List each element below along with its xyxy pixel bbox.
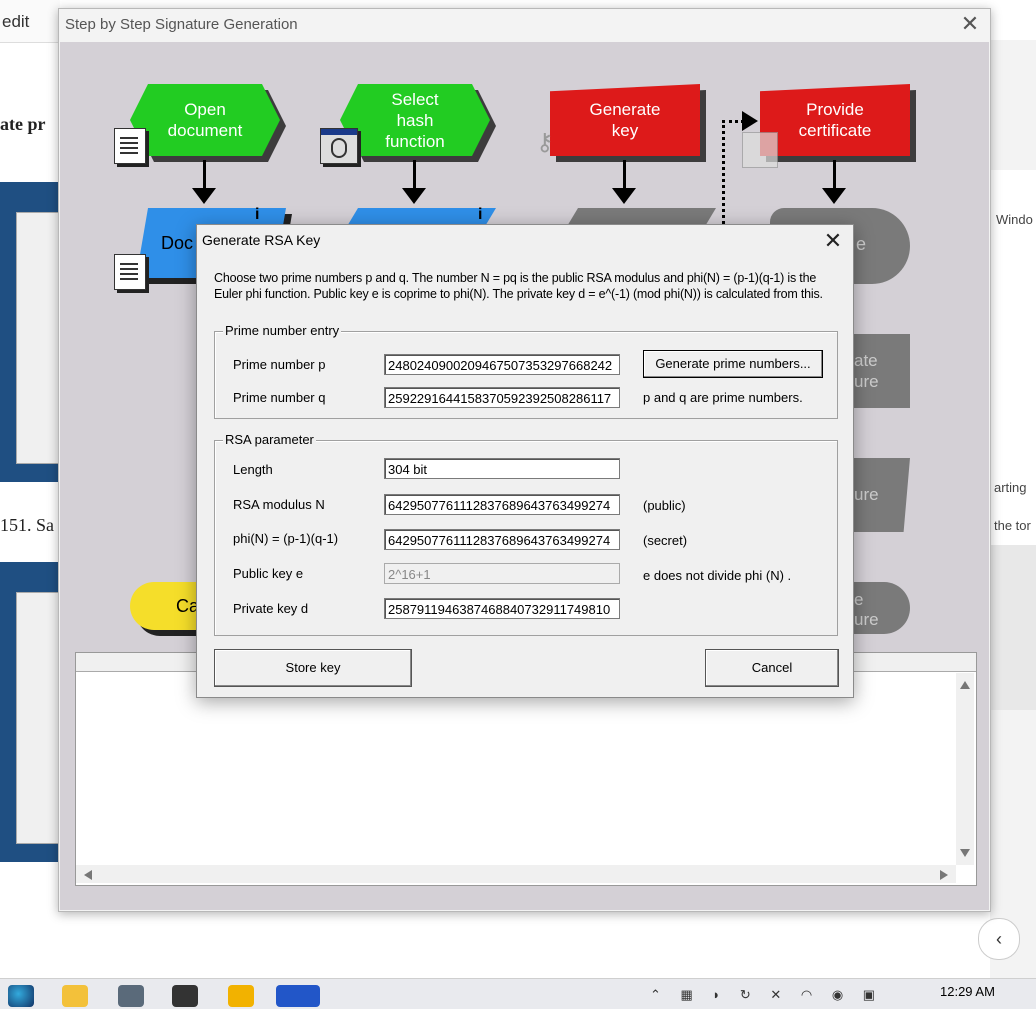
generate-key-step[interactable]: Generate key [550,84,700,156]
select-hash-label: Select hash function [385,89,445,151]
background-right-window-label: Windo [996,212,1033,227]
background-edit-label[interactable]: edit [2,12,29,32]
vertical-scrollbar[interactable] [956,673,974,865]
select-hash-step[interactable]: Select hash function [340,84,490,156]
background-screenshot-2 [0,562,58,862]
app-icon[interactable] [228,985,254,1007]
dialog-close-button[interactable]: ✕ [819,227,847,255]
background-right-text: arting [994,480,1027,495]
arrow-shaft [203,160,206,190]
background-right-text-2: the tor [994,518,1031,533]
dotted-connector [722,120,725,224]
arrow-right-icon [742,111,758,131]
public-key-label: Public key e [233,566,304,581]
prime-q-input[interactable]: 2592291644158370592392508286117 [384,387,620,408]
arrow-shaft [833,160,836,190]
length-field: 304 bit [384,458,620,479]
arrow-shaft [623,160,626,190]
partial-label: ate ure [854,351,879,391]
dotted-connector [722,120,744,123]
prime-status-text: p and q are prime numbers. [643,390,803,405]
cancel-button[interactable]: Cancel [705,649,839,687]
background-text-top: ate pr [0,114,46,134]
provide-certificate-step[interactable]: Provide certificate [760,84,910,156]
public-key-field: 2^16+1 [384,563,620,584]
prime-q-label: Prime number q [233,390,326,405]
edge-icon[interactable] [8,985,34,1007]
generate-rsa-key-dialog: Generate RSA Key ✕ Choose two prime numb… [196,224,854,698]
prime-p-label: Prime number p [233,357,326,372]
prime-p-input[interactable]: 2480240900209467507353297668242 [384,354,620,375]
public-key-note: e does not divide phi (N) . [643,568,792,583]
background-text-mid: 151. Sa [0,515,54,535]
partial-label: e [856,234,867,254]
phi-label: phi(N) = (p-1)(q-1) [233,531,339,546]
settings-app-icon[interactable] [118,985,144,1007]
taskbar: ⌃ ▦ ◗ ↻ ✕ ◠ ◉ ▣ 12:29 AM [0,978,1036,1009]
key-icon: ⚷ [536,129,554,156]
fingerprint-icon [320,128,358,164]
generate-key-label: Generate key [589,100,661,140]
dialog-title: Generate RSA Key [202,232,321,248]
system-tray-icons[interactable]: ⌃ ▦ ◗ ↻ ✕ ◠ ◉ ▣ [650,987,930,1003]
dialog-description: Choose two prime numbers p and q. The nu… [214,271,823,301]
chevron-left-icon[interactable]: ‹ [978,918,1020,960]
arrow-down-icon [822,188,846,204]
horizontal-scrollbar[interactable] [76,865,956,883]
document-icon [114,128,146,164]
private-key-label: Private key d [233,601,309,616]
window-title: Step by Step Signature Generation [65,16,298,33]
partial-label: e ure [854,590,879,629]
store-key-button[interactable]: Store key [214,649,412,687]
certificate-icon [742,132,778,168]
generate-primes-button[interactable]: Generate prime numbers... [643,350,823,378]
terminal-icon[interactable] [172,985,198,1007]
arrow-down-icon [192,188,216,204]
length-label: Length [233,462,273,477]
phi-note: (secret) [643,533,688,548]
arrow-shaft [413,160,416,190]
open-document-label: Open document [167,100,243,140]
private-key-field[interactable]: 2587911946387468840732911749810 [384,598,620,619]
clock[interactable]: 12:29 AM [940,984,995,999]
modulus-label: RSA modulus N [233,497,325,512]
rsa-parameter-group-label: RSA parameter [223,432,316,447]
partial-label: ure [854,485,879,504]
arrow-down-icon [402,188,426,204]
background-screenshot-1 [0,182,58,482]
background-right-dark [990,545,1036,710]
info-icon: i [478,206,483,223]
prime-number-group-label: Prime number entry [223,323,342,338]
info-icon: i [255,206,260,223]
arrow-down-icon [612,188,636,204]
document-icon [114,254,146,290]
modulus-note: (public) [643,498,686,513]
file-explorer-icon[interactable] [62,985,88,1007]
provide-certificate-label: Provide certificate [798,100,872,140]
modulus-field[interactable]: 6429507761112837689643763499274 [384,494,620,515]
document-step-label: Doc [161,233,194,253]
window-close-button[interactable]: ✕ [957,11,983,37]
cryptool-icon[interactable] [276,985,320,1007]
open-document-step[interactable]: Open document [130,84,280,156]
phi-field[interactable]: 6429507761112837689643763499274 [384,529,620,550]
